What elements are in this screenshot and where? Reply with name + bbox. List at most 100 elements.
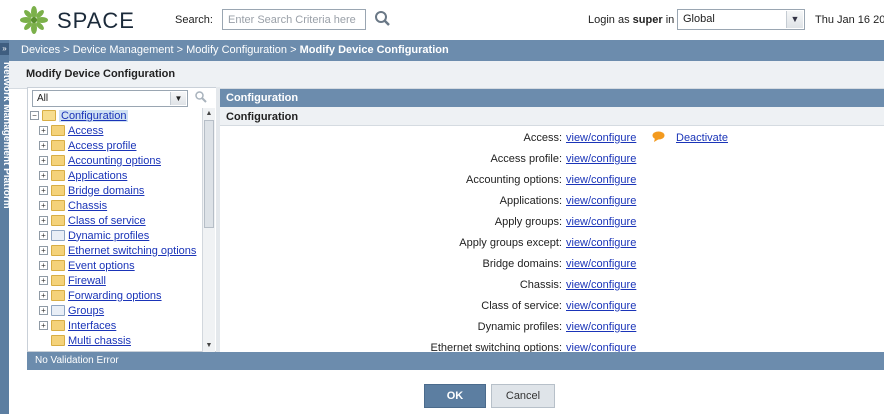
view-configure-link[interactable]: view/configure (566, 132, 636, 144)
expand-sidebar-icon[interactable]: » (0, 43, 9, 55)
tree-item-label[interactable]: Interfaces (68, 320, 116, 332)
chevron-down-icon[interactable]: ▼ (786, 11, 803, 28)
expand-icon[interactable]: + (39, 156, 48, 165)
comment-icon[interactable] (652, 131, 665, 142)
config-row-label: Class of service: (481, 300, 562, 312)
tree-item[interactable]: + Dynamic profiles (39, 228, 149, 243)
breadcrumb-item[interactable]: Device Management (73, 44, 174, 56)
config-row: Accounting options: view/configure (220, 170, 884, 191)
tree-item[interactable]: + Firewall (39, 273, 106, 288)
scroll-up-icon[interactable]: ▲ (203, 109, 215, 119)
expand-icon[interactable]: + (39, 231, 48, 240)
search-icon[interactable] (194, 90, 208, 104)
tree-item-label[interactable]: Groups (68, 305, 104, 317)
tree-scrollbar[interactable]: ▲ ▼ (202, 108, 215, 352)
config-row-label: Access profile: (490, 153, 562, 165)
folder-icon (51, 290, 65, 301)
login-user: super (632, 14, 663, 26)
folder-icon (51, 260, 65, 271)
search-label: Search: (175, 14, 213, 26)
tree-item[interactable]: + Applications (39, 168, 127, 183)
side-strip-label: Network Management Platform (1, 62, 12, 209)
expand-icon[interactable]: + (39, 276, 48, 285)
tree-item-label[interactable]: Access (68, 125, 103, 137)
config-row-label: Applications: (499, 195, 562, 207)
tree-item[interactable]: + Accounting options (39, 153, 161, 168)
config-tree: − Configuration + Access + Access profil… (27, 108, 202, 352)
view-configure-link[interactable]: view/configure (566, 300, 636, 312)
ok-button[interactable]: OK (424, 384, 486, 408)
expand-icon[interactable]: + (39, 306, 48, 315)
breadcrumb-item[interactable]: Modify Configuration (186, 44, 287, 56)
tree-item-label[interactable]: Dynamic profiles (68, 230, 149, 242)
tree-item[interactable]: + Forwarding options (39, 288, 162, 303)
tree-item-label[interactable]: Event options (68, 260, 135, 272)
tree-item-label[interactable]: Multi chassis (68, 335, 131, 347)
collapse-icon[interactable]: − (30, 111, 39, 120)
view-configure-link[interactable]: view/configure (566, 195, 636, 207)
expand-icon[interactable]: + (39, 141, 48, 150)
expand-icon[interactable]: + (39, 126, 48, 135)
tree-item-label[interactable]: Accounting options (68, 155, 161, 167)
config-row-label: Apply groups except: (459, 237, 562, 249)
view-configure-link[interactable]: view/configure (566, 216, 636, 228)
expand-icon[interactable]: + (39, 201, 48, 210)
view-configure-link[interactable]: view/configure (566, 342, 636, 352)
tree-item-label[interactable]: Access profile (68, 140, 136, 152)
scroll-down-icon[interactable]: ▼ (203, 341, 215, 351)
view-configure-link[interactable]: view/configure (566, 258, 636, 270)
breadcrumb-separator: > (290, 44, 297, 56)
deactivate-link[interactable]: Deactivate (676, 132, 728, 144)
tree-item-label[interactable]: Ethernet switching options (68, 245, 196, 257)
search-input[interactable] (222, 9, 366, 30)
tree-item[interactable]: + Ethernet switching options (39, 243, 196, 258)
expand-icon[interactable]: + (39, 216, 48, 225)
login-prefix: Login as (588, 14, 630, 26)
app-logo-text: SPACE (57, 8, 135, 33)
domain-select[interactable]: Global ▼ (677, 9, 805, 30)
config-row-label: Dynamic profiles: (477, 321, 562, 333)
expand-icon[interactable]: + (39, 186, 48, 195)
breadcrumb-item[interactable]: Devices (21, 44, 60, 56)
tree-item-label[interactable]: Chassis (68, 200, 107, 212)
tree-item-label[interactable]: Applications (68, 170, 127, 182)
tree-item[interactable]: + Event options (39, 258, 135, 273)
config-row: Applications: view/configure (220, 191, 884, 212)
tree-item-label[interactable]: Bridge domains (68, 185, 144, 197)
app-header: SPACE Search: Login as super in Global ▼… (0, 0, 884, 40)
tree-item[interactable]: + Groups (39, 303, 104, 318)
tree-item[interactable]: + Class of service (39, 213, 146, 228)
config-row: Access profile: view/configure (220, 149, 884, 170)
tree-item[interactable]: + Interfaces (39, 318, 116, 333)
tree-item-label[interactable]: Class of service (68, 215, 146, 227)
chevron-down-icon[interactable]: ▼ (170, 92, 186, 105)
search-icon[interactable] (372, 9, 394, 29)
cancel-button[interactable]: Cancel (491, 384, 555, 408)
tree-item[interactable]: + Bridge domains (39, 183, 144, 198)
config-panel-header: Configuration (220, 89, 884, 107)
tree-root[interactable]: − Configuration (30, 108, 129, 123)
tree-item[interactable]: Multi chassis (51, 333, 131, 348)
tree-root-label[interactable]: Configuration (59, 109, 129, 122)
expand-icon[interactable]: + (39, 321, 48, 330)
tree-filter-value: All (37, 93, 49, 104)
tree-item[interactable]: + Access profile (39, 138, 136, 153)
tree-filter-select[interactable]: All ▼ (32, 90, 188, 107)
login-status: Login as super in (588, 14, 674, 26)
scrollbar-thumb[interactable] (204, 120, 214, 228)
tree-item[interactable]: + Chassis (39, 198, 107, 213)
view-configure-link[interactable]: view/configure (566, 174, 636, 186)
tree-item[interactable]: + Access (39, 123, 103, 138)
config-row-label: Ethernet switching options: (430, 342, 562, 352)
tree-item-label[interactable]: Forwarding options (68, 290, 162, 302)
view-configure-link[interactable]: view/configure (566, 321, 636, 333)
view-configure-link[interactable]: view/configure (566, 279, 636, 291)
expand-icon[interactable]: + (39, 261, 48, 270)
view-configure-link[interactable]: view/configure (566, 153, 636, 165)
expand-icon[interactable]: + (39, 291, 48, 300)
config-row: Dynamic profiles: view/configure (220, 317, 884, 338)
expand-icon[interactable]: + (39, 246, 48, 255)
view-configure-link[interactable]: view/configure (566, 237, 636, 249)
tree-item-label[interactable]: Firewall (68, 275, 106, 287)
expand-icon[interactable]: + (39, 171, 48, 180)
